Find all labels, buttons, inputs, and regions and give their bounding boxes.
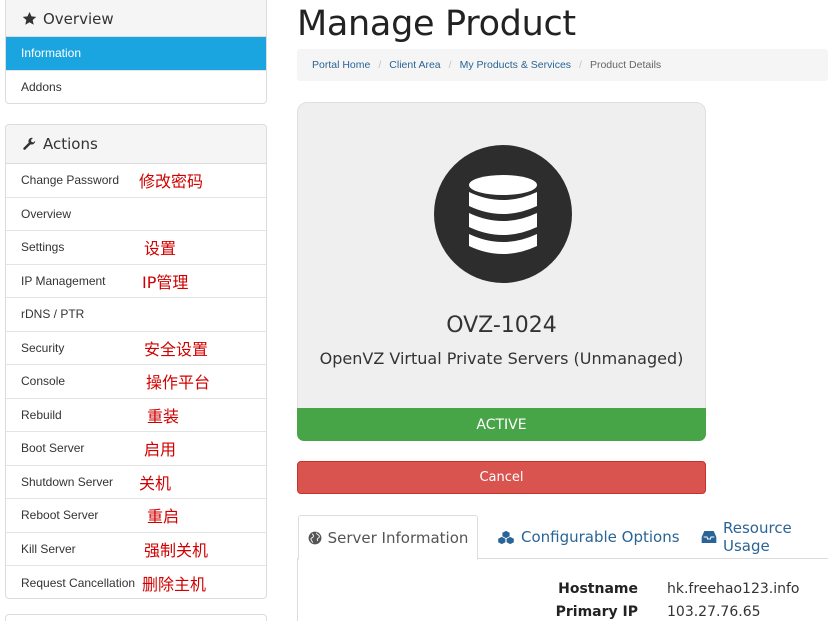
sidebar-item-change-password[interactable]: Change Password 修改密码 [6,164,266,198]
server-information-content: Hostname hk.freehao123.info Primary IP 1… [297,559,828,621]
sidebar-item-label: IP Management [21,273,106,288]
globe-icon [308,531,322,545]
sidebar-item-rdns-ptr[interactable]: rDNS / PTR [6,298,266,332]
sidebar-item-label: Addons [21,80,62,95]
cubes-icon [497,530,515,545]
sidebar-item-label: Reboot Server [21,508,99,523]
annotation-note: 启用 [144,440,177,460]
product-card: OVZ-1024 OpenVZ Virtual Private Servers … [297,102,706,409]
tab-label: Server Information [327,528,469,547]
tab-resource-usage[interactable]: Resource Usage [701,515,828,559]
breadcrumb-client-area[interactable]: Client Area [389,59,440,71]
product-description: OpenVZ Virtual Private Servers (Unmanage… [319,349,684,368]
tab-server-information[interactable]: Server Information [298,515,478,560]
sidebar-item-reboot-server[interactable]: Reboot Server 重启 [6,499,266,533]
annotation-note: 修改密码 [139,172,204,192]
page-title: Manage Product [297,4,576,44]
breadcrumb: Portal Home / Client Area / My Products … [297,49,828,81]
overview-panel: Overview Information Addons [5,0,267,104]
actions-panel-title: Actions [43,135,98,153]
database-icon [434,145,572,283]
sidebar-item-label: Request Cancellation [21,575,136,590]
actions-panel-header: Actions [6,125,266,164]
sidebar-item-request-cancellation[interactable]: Request Cancellation 删除主机 [6,566,266,598]
sidebar-item-rebuild[interactable]: Rebuild 重装 [6,399,266,432]
info-key: Primary IP [555,604,638,620]
sidebar-item-label: Security [21,340,65,355]
breadcrumb-separator: / [579,59,582,71]
sidebar-item-label: Settings [21,240,65,255]
wrench-icon [21,136,37,152]
info-value: hk.freehao123.info [667,581,800,597]
sidebar-item-label: Overview [21,206,72,221]
annotation-note: 安全设置 [144,339,209,359]
tab-label: Configurable Options [521,528,680,546]
breadcrumb-portal-home[interactable]: Portal Home [312,59,370,71]
product-tabs: Server Information Configurable Options … [297,515,828,560]
annotation-note: 关机 [139,473,172,493]
annotation-note: IP管理 [142,272,189,292]
sidebar-item-boot-server[interactable]: Boot Server 启用 [6,432,266,466]
star-icon [21,11,37,27]
tab-label: Resource Usage [723,519,792,555]
sidebar-item-overview[interactable]: Overview [6,198,266,231]
breadcrumb-separator: / [448,59,452,71]
annotation-note: 强制关机 [144,540,209,560]
sidebar-item-label: Shutdown Server [21,474,114,489]
inbox-icon [701,530,717,544]
sidebar-item-shutdown-server[interactable]: Shutdown Server 关机 [6,466,266,499]
tab-configurable-options[interactable]: Configurable Options [497,515,680,559]
annotation-note: 操作平台 [146,373,211,393]
sidebar-item-information[interactable]: Information [6,37,266,71]
sidebar-item-label: Change Password [21,173,120,188]
sidebar-item-kill-server[interactable]: Kill Server 强制关机 [6,533,266,566]
cancel-button[interactable]: Cancel [297,461,706,494]
info-value: 103.27.76.65 [667,604,761,620]
overview-panel-header: Overview [6,0,266,37]
sidebar-item-security[interactable]: Security 安全设置 [6,332,266,365]
status-badge: ACTIVE [297,408,706,441]
sidebar-item-ip-management[interactable]: IP Management IP管理 [6,265,266,298]
breadcrumb-my-products[interactable]: My Products & Services [460,59,571,71]
sidebar-item-label: Rebuild [21,407,62,422]
sidebar-item-console[interactable]: Console 操作平台 [6,365,266,399]
breadcrumb-separator: / [378,59,382,71]
sidebar-item-label: Console [21,374,66,389]
annotation-note: 重装 [147,406,180,426]
annotation-note: 重启 [147,507,180,527]
product-name: OVZ-1024 [446,313,557,338]
sidebar-item-label: Information [21,46,82,61]
actions-panel: Actions Change Password 修改密码 Overview Set… [5,124,267,599]
sidebar-item-settings[interactable]: Settings 设置 [6,231,266,265]
sidebar-item-addons[interactable]: Addons [6,71,266,104]
sidebar-item-label: Boot Server [21,441,85,456]
overview-panel-title: Overview [43,9,114,28]
sidebar-item-label: rDNS / PTR [21,307,85,322]
annotation-note: 设置 [144,239,177,259]
annotation-note: 删除主机 [142,574,207,594]
breadcrumb-current: Product Details [589,59,662,71]
sidebar-item-label: Kill Server [21,541,76,556]
info-key: Hostname [558,581,638,597]
next-panel [5,614,267,621]
